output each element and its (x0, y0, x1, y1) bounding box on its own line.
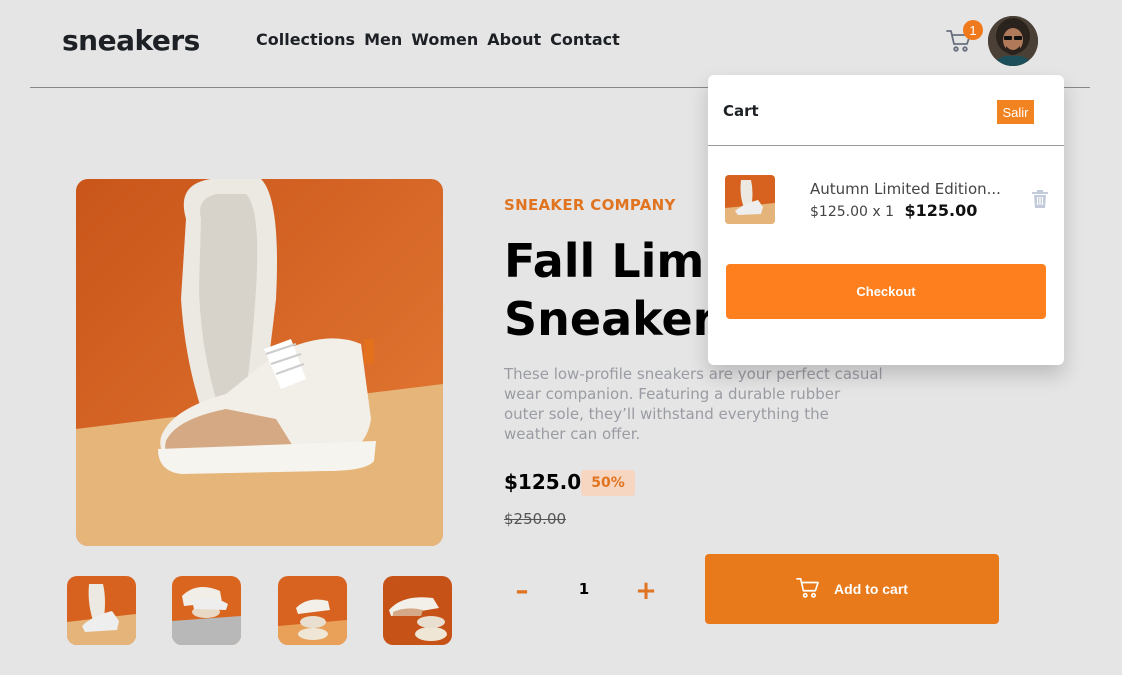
company-label: SNEAKER COMPANY (504, 196, 676, 214)
product-description: These low-profile sneakers are your perf… (504, 365, 883, 443)
product-thumbnail-3[interactable] (278, 576, 347, 645)
decrease-quantity-button[interactable]: – (507, 576, 537, 606)
cart-item-name: Autumn Limited Edition... (810, 180, 1001, 198)
logo[interactable]: sneakers (62, 24, 200, 57)
cart-title: Cart (723, 102, 759, 120)
cart-icon (796, 577, 820, 602)
cart-item-qty: $125.00 x 1 (810, 204, 894, 220)
nav-about[interactable]: About (487, 30, 541, 49)
cart-item-thumbnail (725, 175, 775, 224)
nav-men[interactable]: Men (364, 30, 402, 49)
nav-collections[interactable]: Collections (256, 30, 355, 49)
nav-contact[interactable]: Contact (550, 30, 620, 49)
trash-icon[interactable] (1032, 190, 1048, 208)
product-thumbnail-4[interactable] (383, 576, 452, 645)
cart-divider (708, 145, 1064, 146)
checkout-button[interactable]: Checkout (726, 264, 1046, 319)
discount-badge: 50% (581, 470, 635, 496)
increase-quantity-button[interactable]: + (631, 576, 661, 606)
quantity-value: 1 (578, 580, 590, 598)
product-thumbnail-2[interactable] (172, 576, 241, 645)
product-main-image[interactable] (76, 179, 443, 546)
add-to-cart-button[interactable]: Add to cart (705, 554, 999, 624)
main-nav: Collections Men Women About Contact (256, 30, 620, 49)
original-price: $250.00 (504, 510, 567, 528)
add-to-cart-label: Add to cart (834, 581, 908, 597)
cart-count-badge: 1 (963, 20, 983, 40)
exit-cart-button[interactable]: Salir (997, 100, 1034, 124)
avatar[interactable] (988, 16, 1038, 66)
nav-women[interactable]: Women (411, 30, 478, 49)
cart-popover: Cart Salir Autumn Limited Edition... $12… (708, 75, 1064, 365)
cart-item-price-line: $125.00 x 1 $125.00 (810, 201, 977, 220)
product-thumbnail-1[interactable] (67, 576, 136, 645)
cart-item-total: $125.00 (904, 201, 978, 220)
